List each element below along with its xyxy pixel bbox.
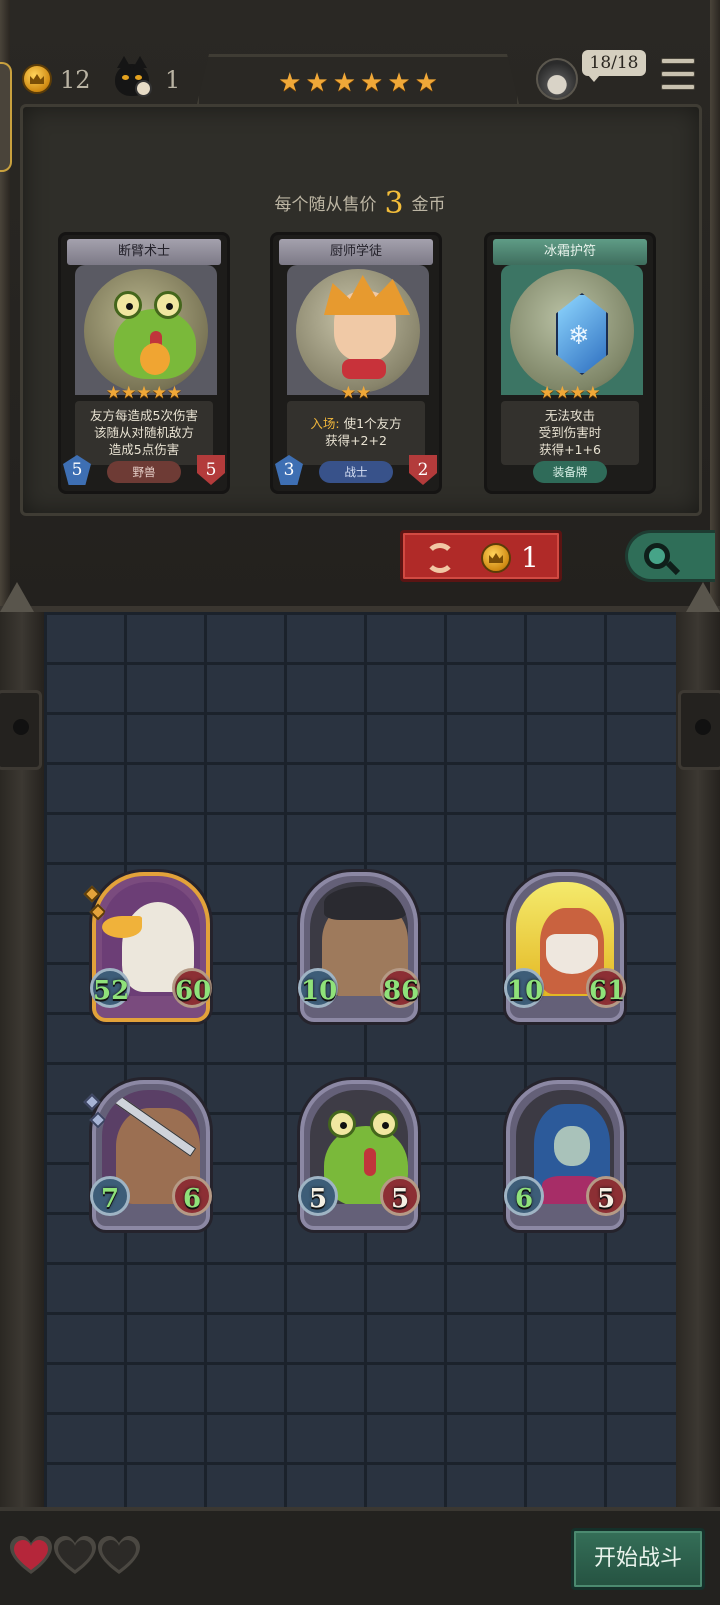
- gold-coin-icon: [22, 64, 52, 94]
- board-minion[interactable]: 52 60: [83, 872, 212, 1022]
- minion-health: 6: [172, 1176, 212, 1216]
- card-portrait: [287, 265, 429, 395]
- star-icon: ★: [305, 67, 329, 98]
- board-minion[interactable]: 10 86: [298, 872, 420, 1022]
- card-portrait: ❄: [501, 265, 643, 395]
- minion-health: 5: [380, 1176, 420, 1216]
- star-icon: ★: [387, 67, 411, 98]
- shop-card[interactable]: 断臂术士 ★★★★★ 友方每造成5次伤害 该随从对随机敌方 造成5点伤害 5 野…: [58, 232, 230, 494]
- price-prefix: 每个随从售价: [274, 195, 377, 215]
- star-icon: ★: [539, 383, 555, 403]
- star-icon: ★: [151, 383, 167, 403]
- card-name: 冰霜护符: [493, 239, 647, 265]
- frame-bracket: [0, 690, 42, 770]
- gold-coin-icon: [481, 543, 511, 573]
- card-description: 无法攻击 受到伤害时 获得+1+6: [501, 401, 639, 465]
- shop-card[interactable]: 厨师学徒 ★★ 入场: 使1个友方 获得+2+2 3 战士 2: [270, 232, 442, 494]
- star-icon: ★: [585, 383, 601, 403]
- timer-count: 1: [165, 66, 181, 94]
- card-name: 厨师学徒: [279, 239, 433, 265]
- card-stars: ★★★★: [487, 383, 653, 402]
- card-description: 友方每造成5次伤害 该随从对随机敌方 造成5点伤害: [75, 401, 213, 465]
- star-icon: ★: [121, 383, 137, 403]
- star-icon: ★: [332, 67, 356, 98]
- card-description: 入场: 使1个友方 获得+2+2: [287, 401, 425, 465]
- shop-card[interactable]: 冰霜护符 ❄ ★★★★ 无法攻击 受到伤害时 获得+1+6 装备牌: [484, 232, 656, 494]
- gold-count: 12: [60, 66, 91, 94]
- minion-attack: 7: [90, 1176, 130, 1216]
- lives-counter: 18/18: [582, 50, 646, 82]
- card-stars: ★★★★★: [61, 383, 227, 402]
- card-name: 断臂术士: [67, 239, 221, 265]
- shop-star-rating: ★ ★ ★ ★ ★ ★: [196, 54, 520, 108]
- star-icon: ★: [356, 383, 372, 403]
- star-icon: ★: [360, 67, 384, 98]
- top-hud: 12 1 ★ ★ ★ ★ ★ ★ 18/18: [0, 0, 720, 110]
- star-icon: ★: [570, 383, 586, 403]
- menu-icon[interactable]: [661, 58, 695, 90]
- minion-attack: 5: [298, 1176, 338, 1216]
- board-minion[interactable]: 10 61: [504, 872, 626, 1022]
- frame-bracket: [678, 690, 720, 770]
- board-minion[interactable]: 6 5: [504, 1080, 626, 1230]
- clock-icon: [135, 80, 152, 97]
- card-stars: ★★: [273, 383, 439, 402]
- star-icon: ★: [554, 383, 570, 403]
- refresh-shop-button[interactable]: 1: [400, 530, 562, 582]
- star-icon: ★: [166, 383, 183, 403]
- board-minion[interactable]: 5 5: [298, 1080, 420, 1230]
- snowflake-icon: ❄: [568, 321, 590, 351]
- player-avatar[interactable]: [536, 58, 578, 100]
- minion-health: 86: [380, 968, 420, 1008]
- refresh-icon: [425, 543, 455, 573]
- minion-attack: 52: [90, 968, 130, 1008]
- price-value: 3: [384, 186, 404, 221]
- card-tribe: 野兽: [107, 461, 181, 483]
- board-minion[interactable]: 7 6: [83, 1080, 212, 1230]
- card-tribe: 装备牌: [533, 461, 607, 483]
- minion-attack: 6: [504, 1176, 544, 1216]
- star-icon: ★: [414, 67, 438, 98]
- card-health: 2: [409, 455, 437, 485]
- star-icon: ★: [278, 67, 302, 98]
- star-icon: ★: [340, 383, 356, 403]
- card-tribe: 战士: [319, 461, 393, 483]
- battle-board: [44, 612, 676, 1517]
- refresh-cost: 1: [521, 541, 539, 574]
- minion-attack: 10: [298, 968, 338, 1008]
- start-battle-button[interactable]: 开始战斗: [571, 1528, 705, 1590]
- minion-health: 60: [172, 968, 212, 1008]
- minion-health: 5: [586, 1176, 626, 1216]
- card-health: 5: [197, 455, 225, 485]
- sell-price-line: 每个随从售价 3 金币: [0, 186, 720, 221]
- star-icon: ★: [136, 383, 152, 403]
- price-suffix: 金币: [411, 195, 446, 215]
- minion-health: 61: [586, 968, 626, 1008]
- minion-attack: 10: [504, 968, 544, 1008]
- card-portrait: [75, 265, 217, 395]
- star-icon: ★: [105, 383, 122, 403]
- search-button[interactable]: [625, 530, 715, 582]
